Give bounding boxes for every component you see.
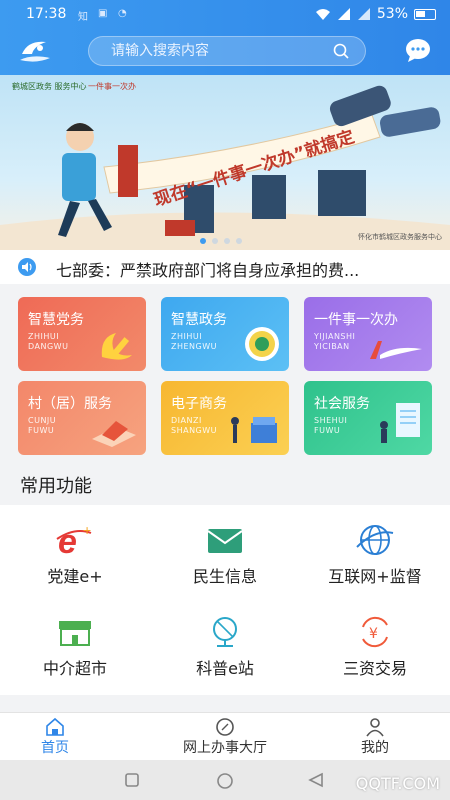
watermark: QQTF.COM xyxy=(355,774,440,793)
function-label: 中介超市 xyxy=(42,659,107,678)
function-label: 三资交易 xyxy=(342,659,407,678)
function-minsheng-xinxi[interactable]: 民生信息 xyxy=(150,505,300,586)
tile-title: 社会服务 xyxy=(314,396,370,412)
function-sanzi-jiaoyi[interactable]: ¥ 三资交易 xyxy=(300,597,450,678)
tile-yijianshi-yiciban[interactable]: 一件事一次办 YIJIANSHI YICIBAN xyxy=(304,297,432,371)
tile-pinyin: SHEHUI FUWU xyxy=(314,416,348,435)
home-button-icon[interactable] xyxy=(216,772,234,790)
svg-text:e: e xyxy=(58,523,77,557)
notification-icon: 知 xyxy=(78,12,88,23)
status-right: 53% xyxy=(315,6,436,22)
notice-text: 七部委：严禁政府部门将自身应承担的费... xyxy=(56,261,360,280)
svg-text:+: + xyxy=(83,523,91,538)
e-plus-icon: e + xyxy=(56,523,92,557)
carousel-dots xyxy=(200,238,242,244)
function-hulianwang-jiandu[interactable]: 互联网+监督 xyxy=(300,505,450,586)
compass-icon xyxy=(216,718,234,736)
tile-pinyin: ZHIHUI DANGWU xyxy=(28,332,69,351)
function-label: 民生信息 xyxy=(192,567,257,586)
nav-label: 我的 xyxy=(361,740,389,756)
battery-icon xyxy=(414,8,436,20)
signal-icon xyxy=(337,8,350,20)
signal-icon xyxy=(357,8,370,20)
search-placeholder: 请输入搜索内容 xyxy=(111,43,209,59)
tile-cunju-fuwu[interactable]: 村（居）服务 CUNJU FUWU xyxy=(18,381,146,455)
user-icon xyxy=(366,718,384,737)
nav-label: 网上办事大厅 xyxy=(183,740,267,756)
tile-title: 电子商务 xyxy=(171,396,227,412)
speaker-icon xyxy=(18,258,36,276)
desk-globe-icon xyxy=(213,617,237,647)
function-grid: e + 党建e+ 民生信息 互联网+监督 中介超市 科普e站 ¥ 三资交易 xyxy=(0,505,450,695)
government-seal-icon xyxy=(245,327,279,361)
yuan-cycle-icon: ¥ xyxy=(362,616,388,648)
carousel-dot[interactable] xyxy=(236,238,242,244)
banner-credit: 怀化市鹤城区政务服务中心 xyxy=(358,233,442,241)
globe-icon xyxy=(356,525,394,555)
app-logo-icon xyxy=(20,41,50,62)
tile-zhihui-zhengwu[interactable]: 智慧政务 ZHIHUI ZHENGWU xyxy=(161,297,289,371)
tile-pinyin: YIJIANSHI YICIBAN xyxy=(314,332,356,351)
nav-mine[interactable]: 我的 xyxy=(340,713,410,761)
tile-pinyin: DIANZI SHANGWU xyxy=(171,416,218,435)
function-kepu-e-zhan[interactable]: 科普e站 xyxy=(150,597,300,678)
app-header: 17:38 知 ▣ ◔ 53% 请输入搜索内容 xyxy=(0,0,450,75)
system-nav-bar: QQTF.COM xyxy=(0,760,450,800)
building-icon xyxy=(92,421,136,447)
notification-icon: ◔ xyxy=(118,8,127,19)
bottom-nav: 首页 网上办事大厅 我的 xyxy=(0,712,450,760)
tile-zhihui-dangwu[interactable]: 智慧党务 ZHIHUI DANGWU xyxy=(18,297,146,371)
tile-title: 智慧政务 xyxy=(171,312,227,328)
back-icon[interactable] xyxy=(308,772,324,788)
battery-percent: 53% xyxy=(376,6,408,22)
nav-online-hall[interactable]: 网上办事大厅 xyxy=(160,713,290,761)
function-label: 科普e站 xyxy=(196,659,254,678)
function-zhongjie-chaoshi[interactable]: 中介超市 xyxy=(0,597,150,678)
carousel-dot[interactable] xyxy=(212,238,218,244)
tile-title: 智慧党务 xyxy=(28,312,84,328)
tile-dianzi-shangwu[interactable]: 电子商务 DIANZI SHANGWU xyxy=(161,381,289,455)
tile-title: 一件事一次办 xyxy=(314,312,398,328)
function-dangjian-e-plus[interactable]: e + 党建e+ xyxy=(0,505,150,586)
social-service-icon xyxy=(380,403,420,443)
banner-carousel[interactable]: 鹤城区政务 服务中心 一件事一次办 现在“一件事一次办”就搞定 怀化市鹤城区政务… xyxy=(0,75,450,250)
section-title: 常用功能 xyxy=(20,476,92,497)
one-stop-logo-icon xyxy=(370,341,422,359)
tile-title: 村（居）服务 xyxy=(28,396,112,412)
tile-pinyin: CUNJU FUWU xyxy=(28,416,57,435)
svg-text:¥: ¥ xyxy=(369,626,378,642)
carousel-dot[interactable] xyxy=(224,238,230,244)
function-label: 党建e+ xyxy=(47,567,103,586)
notice-bar[interactable]: 七部委：严禁政府部门将自身应承担的费... xyxy=(0,250,450,284)
ecommerce-icon xyxy=(231,417,277,443)
wifi-icon xyxy=(315,9,330,20)
status-time: 17:38 xyxy=(26,6,67,22)
mail-icon xyxy=(207,529,243,553)
status-bar: 17:38 知 ▣ ◔ 53% xyxy=(0,0,450,30)
nav-label: 首页 xyxy=(41,740,69,756)
message-icon[interactable] xyxy=(404,36,432,64)
service-tiles: 智慧党务 ZHIHUI DANGWU 智慧政务 ZHIHUI ZHENGWU 一件事… xyxy=(0,284,450,464)
function-label: 互联网+监督 xyxy=(328,567,422,586)
tile-pinyin: ZHIHUI ZHENGWU xyxy=(171,332,217,351)
search-icon[interactable] xyxy=(333,43,349,59)
notification-icon: ▣ xyxy=(98,8,108,19)
store-icon xyxy=(59,621,91,646)
tile-shehui-fuwu[interactable]: 社会服务 SHEHUI FUWU xyxy=(304,381,432,455)
recents-icon[interactable] xyxy=(124,772,140,788)
home-icon xyxy=(46,717,64,736)
nav-home[interactable]: 首页 xyxy=(20,713,90,761)
carousel-dot[interactable] xyxy=(200,238,206,244)
search-input[interactable]: 请输入搜索内容 xyxy=(88,36,366,66)
party-emblem-icon xyxy=(101,333,132,360)
